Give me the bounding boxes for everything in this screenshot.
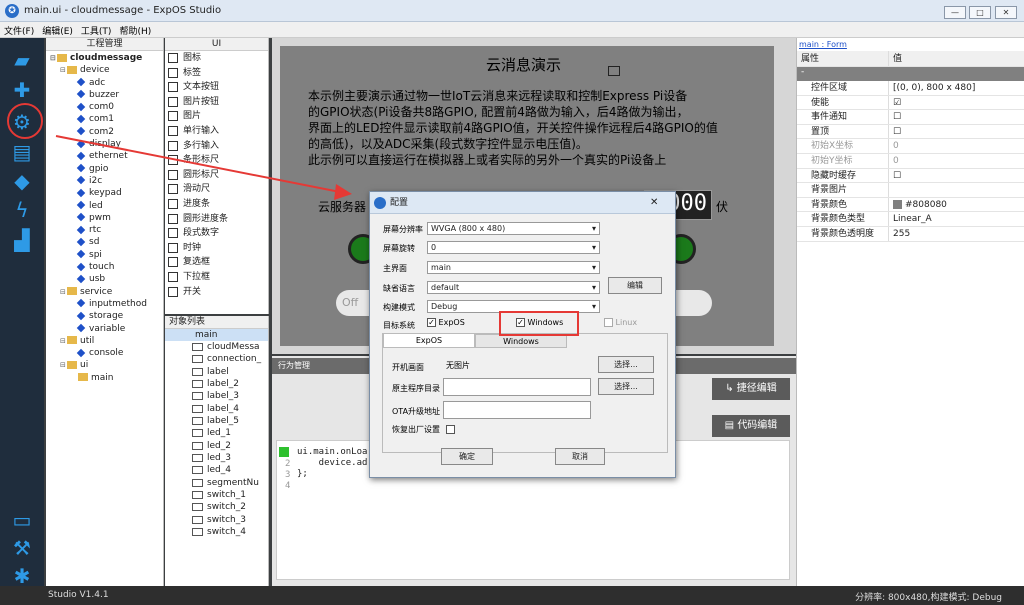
host-dir-label: 原主程序目录 [392,384,440,393]
resolution-select[interactable]: WVGA (800 x 480) [427,222,600,235]
dialog-title-text: 配置 [390,198,409,208]
status-version: Studio V1.4.1 [48,590,109,600]
dialog-logo-icon [374,197,386,209]
resolution-label: 屏幕分辨率 [383,225,423,234]
target-linux-label: Linux [615,318,638,327]
checkbox-checked[interactable]: ✓ [427,318,436,327]
reset-checkbox[interactable] [446,425,455,434]
tab-expos[interactable]: ExpOS [383,333,475,348]
dialog-close-icon[interactable]: ✕ [650,197,658,208]
rotation-label: 屏幕旋转 [383,244,415,253]
reset-label: 恢复出厂设置 [392,425,440,434]
build-mode-label: 构建模式 [383,303,415,312]
ota-label: OTA升级地址 [392,407,441,416]
language-select[interactable]: default [427,281,600,294]
edit-language-button[interactable]: 编辑 [608,277,662,294]
target-expos-label: ExpOS [438,318,465,327]
highlight-box [499,311,579,336]
choose-host-button[interactable]: 选择... [598,378,654,395]
target-label: 目标系统 [383,321,415,330]
host-dir-input[interactable] [443,378,591,396]
ota-input[interactable] [443,401,591,419]
checkbox-unchecked[interactable] [604,318,613,327]
status-bar: Studio V1.4.1 分辨率: 800x480,构建模式: Debug [0,586,1024,605]
target-expos[interactable]: ✓ ExpOS [427,318,465,327]
choose-boot-button[interactable]: 选择... [598,356,654,373]
boot-screen-value: 无图片 [446,361,470,370]
tab-windows[interactable]: Windows [475,334,567,348]
cancel-button[interactable]: 取消 [555,448,605,465]
main-screen-select[interactable]: main [427,261,600,274]
boot-screen-label: 开机画面 [392,363,424,372]
ok-button[interactable]: 确定 [441,448,493,465]
dialog-title: 配置 [370,192,675,214]
main-screen-label: 主界面 [383,264,407,273]
target-linux[interactable]: Linux [604,318,637,327]
status-info: 分辨率: 800x480,构建模式: Debug [855,593,1002,603]
rotation-select[interactable]: 0 [427,241,600,254]
language-label: 缺省语言 [383,284,415,293]
